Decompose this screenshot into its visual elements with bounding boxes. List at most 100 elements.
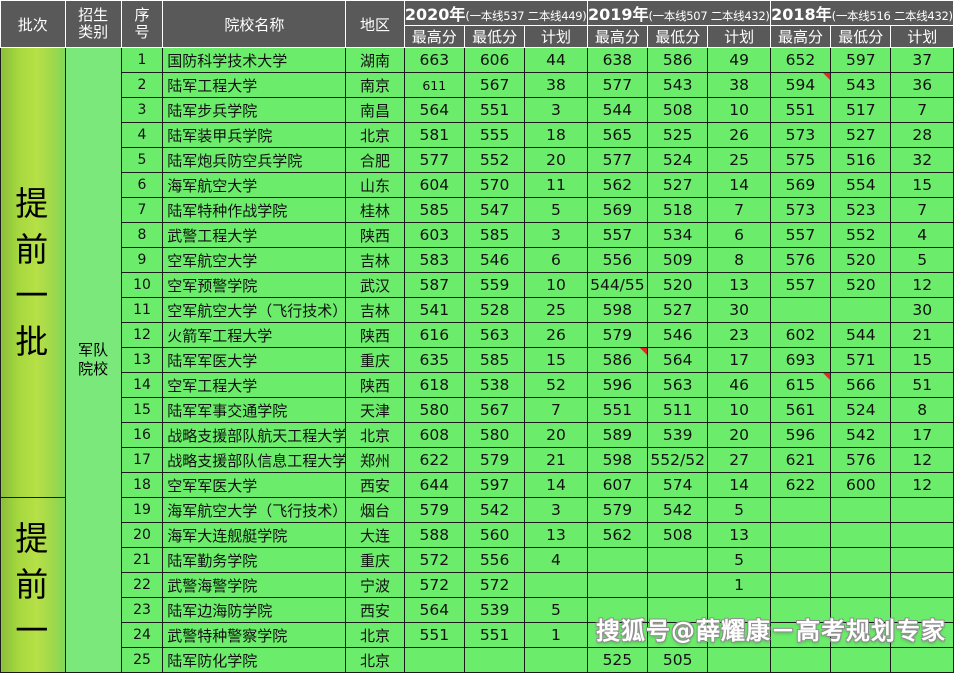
cell-2018-max[interactable]: 621 <box>769 447 832 473</box>
cell-2018-max[interactable]: 575 <box>769 147 832 173</box>
cell-2019-max[interactable]: 596 <box>586 372 649 398</box>
cell-2020-max[interactable]: 603 <box>403 222 465 248</box>
cell-school-name[interactable]: 海军航空大学（飞行技术） <box>162 497 347 523</box>
cell-seq[interactable]: 25 <box>120 647 164 673</box>
cell-region[interactable]: 北京 <box>345 622 405 648</box>
cell-2020-plan[interactable]: 21 <box>524 447 588 473</box>
cell-region[interactable]: 吉林 <box>345 247 405 273</box>
cell-2020-plan[interactable]: 11 <box>524 172 588 198</box>
cell-2020-plan[interactable]: 13 <box>524 522 588 548</box>
cell-2019-max[interactable]: 607 <box>586 472 649 498</box>
cell-2018-min[interactable]: 543 <box>830 72 892 98</box>
cell-2018-min[interactable]: 566 <box>830 372 892 398</box>
cell-2020-max[interactable]: 581 <box>403 122 465 148</box>
cell-seq[interactable]: 22 <box>120 572 164 598</box>
cell-school-name[interactable]: 陆军勤务学院 <box>162 547 347 573</box>
cell-2018-plan[interactable] <box>890 597 954 623</box>
cell-2020-min[interactable]: 560 <box>463 522 526 548</box>
cell-2019-min[interactable]: 520 <box>647 272 709 298</box>
cell-2020-min[interactable]: 579 <box>463 447 526 473</box>
cell-2019-min[interactable]: 527 <box>647 172 709 198</box>
cell-2019-min[interactable]: 543 <box>647 72 709 98</box>
cell-2020-min[interactable]: 572 <box>463 572 526 598</box>
cell-school-name[interactable]: 陆军工程大学 <box>162 72 347 98</box>
cell-seq[interactable]: 7 <box>120 197 164 223</box>
cell-2020-plan[interactable]: 14 <box>524 472 588 498</box>
cell-2019-max[interactable]: 551 <box>586 397 649 423</box>
cell-region[interactable]: 陕西 <box>345 372 405 398</box>
cell-school-name[interactable]: 武警特种警察学院 <box>162 622 347 648</box>
cell-school-name[interactable]: 陆军步兵学院 <box>162 97 347 123</box>
cell-region[interactable]: 吉林 <box>345 297 405 323</box>
cell-2019-max[interactable]: 577 <box>586 147 649 173</box>
col-header-2020-plan[interactable]: 计划 <box>524 25 588 48</box>
cell-school-name[interactable]: 火箭军工程大学 <box>162 322 347 348</box>
cell-school-name[interactable]: 武警工程大学 <box>162 222 347 248</box>
cell-2020-max[interactable]: 541 <box>403 297 465 323</box>
cell-2019-plan[interactable] <box>707 622 771 648</box>
cell-2018-plan[interactable] <box>890 647 954 673</box>
col-header-year-2019[interactable]: 2019年(一本线507 二本线432) <box>586 0 771 26</box>
cell-2020-plan[interactable]: 6 <box>524 247 588 273</box>
cell-school-name[interactable]: 空军预警学院 <box>162 272 347 298</box>
cell-2018-max[interactable]: 557 <box>769 272 832 298</box>
cell-seq[interactable]: 24 <box>120 622 164 648</box>
col-header-region[interactable]: 地区 <box>345 0 405 48</box>
cell-2018-plan[interactable]: 7 <box>890 97 954 123</box>
cell-2018-min[interactable] <box>830 647 892 673</box>
cell-2018-plan[interactable]: 37 <box>890 47 954 73</box>
cell-2018-plan[interactable]: 15 <box>890 172 954 198</box>
cell-region[interactable]: 西安 <box>345 472 405 498</box>
cell-2020-plan[interactable] <box>524 647 588 673</box>
cell-2019-min[interactable]: 586 <box>647 47 709 73</box>
cell-school-name[interactable]: 陆军特种作战学院 <box>162 197 347 223</box>
cell-2019-min[interactable]: 524 <box>647 147 709 173</box>
cell-2020-min[interactable] <box>463 647 526 673</box>
cell-2018-plan[interactable]: 15 <box>890 347 954 373</box>
cell-2018-plan[interactable]: 21 <box>890 322 954 348</box>
cell-2018-plan[interactable]: 12 <box>890 272 954 298</box>
cell-region[interactable]: 天津 <box>345 397 405 423</box>
cell-2019-min[interactable]: 564 <box>647 347 709 373</box>
cell-2019-max[interactable] <box>586 622 649 648</box>
cell-2019-max[interactable]: 562 <box>586 172 649 198</box>
cell-2018-max[interactable]: 576 <box>769 247 832 273</box>
cell-seq[interactable]: 10 <box>120 272 164 298</box>
cell-2018-max[interactable] <box>769 572 832 598</box>
cell-2018-max[interactable]: 573 <box>769 197 832 223</box>
cell-2020-max[interactable]: 588 <box>403 522 465 548</box>
cell-2018-min[interactable]: 516 <box>830 147 892 173</box>
cell-2018-min[interactable]: 542 <box>830 422 892 448</box>
cell-2018-plan[interactable]: 7 <box>890 197 954 223</box>
cell-2018-min[interactable]: 544 <box>830 322 892 348</box>
cell-2019-plan[interactable]: 17 <box>707 347 771 373</box>
cell-2019-min[interactable]: 546 <box>647 322 709 348</box>
cell-2018-max[interactable]: 594 <box>769 72 832 98</box>
cell-region[interactable]: 烟台 <box>345 497 405 523</box>
cell-2019-plan[interactable]: 38 <box>707 72 771 98</box>
cell-2020-min[interactable]: 551 <box>463 97 526 123</box>
cell-2018-max[interactable] <box>769 597 832 623</box>
cell-2018-min[interactable] <box>830 572 892 598</box>
cell-2018-plan[interactable]: 32 <box>890 147 954 173</box>
cell-2018-min[interactable] <box>830 297 892 323</box>
cell-2018-plan[interactable]: 51 <box>890 372 954 398</box>
cell-2018-min[interactable] <box>830 597 892 623</box>
cell-seq[interactable]: 11 <box>120 297 164 323</box>
cell-2018-max[interactable]: 602 <box>769 322 832 348</box>
cell-2018-max[interactable] <box>769 497 832 523</box>
cell-2020-max[interactable]: 572 <box>403 547 465 573</box>
batch-cell-bottom[interactable]: 提前一 <box>0 497 66 673</box>
cell-2018-max[interactable]: 615 <box>769 372 832 398</box>
cell-2020-plan[interactable]: 3 <box>524 97 588 123</box>
cell-school-name[interactable]: 空军航空大学 <box>162 247 347 273</box>
cell-2018-max[interactable] <box>769 647 832 673</box>
cell-2019-max[interactable]: 579 <box>586 497 649 523</box>
cell-2020-min[interactable]: 585 <box>463 222 526 248</box>
cell-2019-max[interactable]: 579 <box>586 322 649 348</box>
cell-2018-min[interactable]: 571 <box>830 347 892 373</box>
cell-2019-max[interactable]: 562 <box>586 522 649 548</box>
cell-school-name[interactable]: 陆军炮兵防空兵学院 <box>162 147 347 173</box>
cell-2019-plan[interactable]: 27 <box>707 447 771 473</box>
cell-seq[interactable]: 1 <box>120 47 164 73</box>
